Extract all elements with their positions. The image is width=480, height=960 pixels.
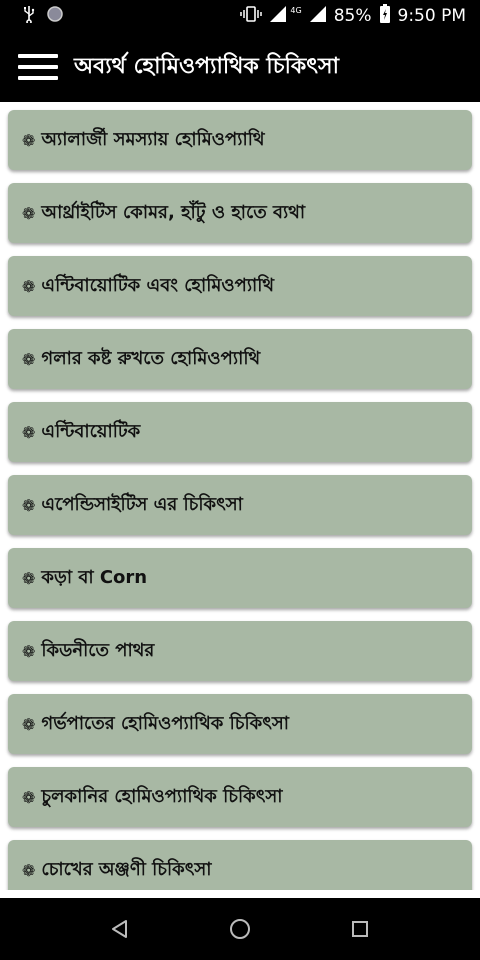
signal-icon-2 <box>309 5 327 28</box>
list-item[interactable]: ❁ গর্ভপাতের হোমিওপ্যাথিক চিকিৎসা <box>8 694 472 754</box>
usb-icon <box>22 5 36 28</box>
home-icon[interactable] <box>220 909 260 949</box>
network-type-label: 4G <box>290 5 302 15</box>
list-item[interactable]: ❁ আর্থ্রাইটিস কোমর, হাঁটু ও হাতে ব্যথা <box>8 183 472 243</box>
list-item-label: কড়া বা Corn <box>41 566 148 588</box>
status-right: 4G 85% 9:50 PM <box>240 3 467 29</box>
list-item-label: এন্টিবায়োটিক এবং হোমিওপ্যাথি <box>41 274 275 296</box>
list-item[interactable]: ❁ চোখের অঞ্জণী চিকিৎসা <box>8 840 472 890</box>
flower-bullet-icon: ❁ <box>22 422 36 442</box>
status-left <box>22 5 64 28</box>
list-item[interactable]: ❁ এন্টিবায়োটিক এবং হোমিওপ্যাথি <box>8 256 472 316</box>
list-item[interactable]: ❁ কড়া বা Corn <box>8 548 472 608</box>
list-item-label: গলার কষ্ট রুখতে হোমিওপ্যাথি <box>41 347 261 369</box>
list-item[interactable]: ❁ চুলকানির হোমিওপ্যাথিক চিকিৎসা <box>8 767 472 827</box>
flower-bullet-icon: ❁ <box>22 714 36 734</box>
vibrate-icon <box>240 5 263 28</box>
list-item[interactable]: ❁ অ্যালার্জী সমস্যায় হোমিওপ্যাথি <box>8 110 472 170</box>
back-icon[interactable] <box>100 909 140 949</box>
list-item-label: এন্টিবায়োটিক <box>41 420 141 442</box>
list-item-label: চুলকানির হোমিওপ্যাথিক চিকিৎসা <box>41 785 283 807</box>
flower-bullet-icon: ❁ <box>22 860 36 880</box>
list-item-label: চোখের অঞ্জণী চিকিৎসা <box>41 858 212 880</box>
clock: 9:50 PM <box>397 6 467 26</box>
list-item-label: কিডনীতে পাথর <box>41 639 155 661</box>
battery-icon <box>379 3 391 29</box>
status-bar: 4G 85% 9:50 PM <box>0 0 480 32</box>
list-item[interactable]: ❁ এপেন্ডিসাইটিস এর চিকিৎসা <box>8 475 472 535</box>
list-item[interactable]: ❁ গলার কষ্ট রুখতে হোমিওপ্যাথি <box>8 329 472 389</box>
navigation-bar <box>0 898 480 960</box>
flower-bullet-icon: ❁ <box>22 203 36 223</box>
recents-icon[interactable] <box>340 909 380 949</box>
list-item-label: আর্থ্রাইটিস কোমর, হাঁটু ও হাতে ব্যথা <box>41 201 306 223</box>
flower-bullet-icon: ❁ <box>22 276 36 296</box>
list-item[interactable]: ❁ এন্টিবায়োটিক <box>8 402 472 462</box>
hamburger-menu-icon[interactable] <box>18 52 58 82</box>
flower-bullet-icon: ❁ <box>22 641 36 661</box>
list-item[interactable]: ❁ কিডনীতে পাথর <box>8 621 472 681</box>
app-bar: অব্যর্থ হোমিওপ্যাথিক চিকিৎসা <box>0 32 480 102</box>
list-item-label: এপেন্ডিসাইটিস এর চিকিৎসা <box>41 493 243 515</box>
flower-bullet-icon: ❁ <box>22 130 36 150</box>
flower-bullet-icon: ❁ <box>22 495 36 515</box>
battery-percent: 85% <box>333 6 372 26</box>
signal-icon <box>269 5 287 28</box>
topic-list[interactable]: ❁ অ্যালার্জী সমস্যায় হোমিওপ্যাথি ❁ আর্থ্রা… <box>0 102 480 890</box>
flower-bullet-icon: ❁ <box>22 568 36 588</box>
flower-bullet-icon: ❁ <box>22 349 36 369</box>
app-title: অব্যর্থ হোমিওপ্যাথিক চিকিৎসা <box>74 53 339 79</box>
list-item-label: অ্যালার্জী সমস্যায় হোমিওপ্যাথি <box>41 128 265 150</box>
notification-dot-icon <box>46 5 64 28</box>
flower-bullet-icon: ❁ <box>22 787 36 807</box>
list-item-label: গর্ভপাতের হোমিওপ্যাথিক চিকিৎসা <box>41 712 289 734</box>
